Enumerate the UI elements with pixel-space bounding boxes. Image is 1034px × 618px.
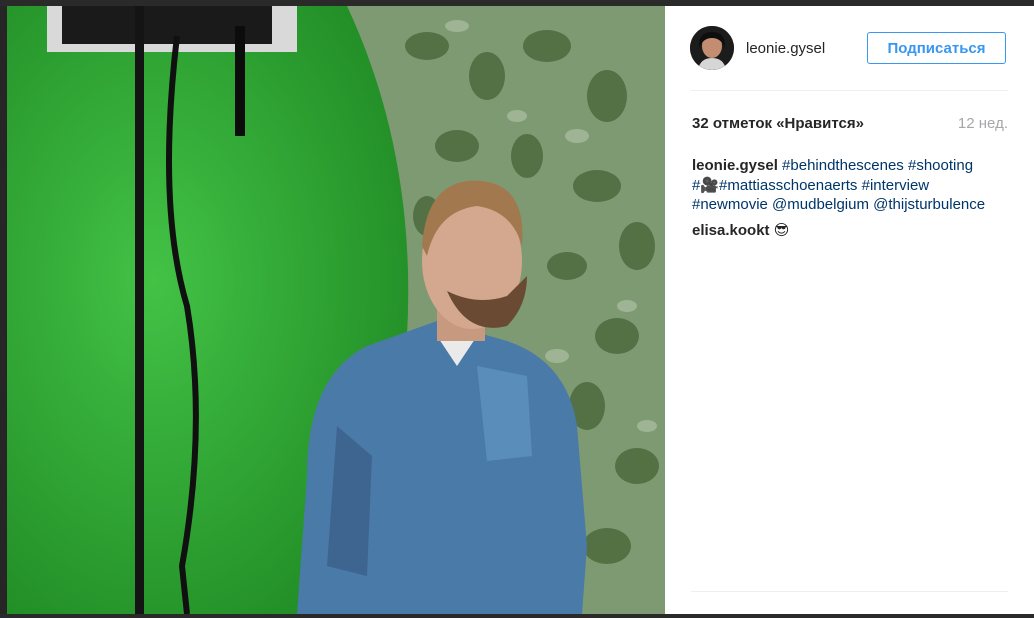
caption-tags-line1[interactable]: #behindthescenes #shooting bbox=[782, 157, 973, 174]
photo-illustration bbox=[7, 6, 665, 614]
avatar-image bbox=[690, 26, 734, 70]
likes-count[interactable]: 32 отметок «Нравится» bbox=[692, 115, 864, 132]
post-caption: leonie.gysel #behindthescenes #shooting … bbox=[692, 156, 1017, 215]
post-age[interactable]: 12 нед. bbox=[958, 115, 1008, 132]
caption-tags-line2[interactable]: #mattiasschoenaerts #interview bbox=[719, 177, 929, 194]
post-details-panel: leonie.gysel Подписаться 32 отметок «Нра… bbox=[665, 6, 1034, 614]
comment-item: elisa.kookt 😎 bbox=[692, 221, 789, 239]
backdrop-edge-left bbox=[0, 0, 7, 618]
footer-divider bbox=[691, 591, 1008, 592]
user-avatar[interactable] bbox=[690, 26, 734, 70]
backdrop-edge-bottom bbox=[0, 614, 1034, 618]
header-divider bbox=[691, 90, 1008, 91]
movie-camera-icon: 🎥 bbox=[700, 176, 720, 194]
caption-username[interactable]: leonie.gysel bbox=[692, 157, 778, 174]
post-modal: leonie.gysel Подписаться 32 отметок «Нра… bbox=[7, 6, 1034, 614]
sunglasses-emoji-icon: 😎 bbox=[773, 222, 790, 239]
follow-button[interactable]: Подписаться bbox=[867, 32, 1006, 64]
caption-tags-line3[interactable]: #newmovie @mudbelgium @thijsturbulence bbox=[692, 196, 985, 213]
comment-username[interactable]: elisa.kookt bbox=[692, 222, 770, 239]
post-photo[interactable] bbox=[7, 6, 665, 614]
post-username[interactable]: leonie.gysel bbox=[746, 40, 825, 57]
post-header: leonie.gysel Подписаться bbox=[665, 6, 1034, 90]
